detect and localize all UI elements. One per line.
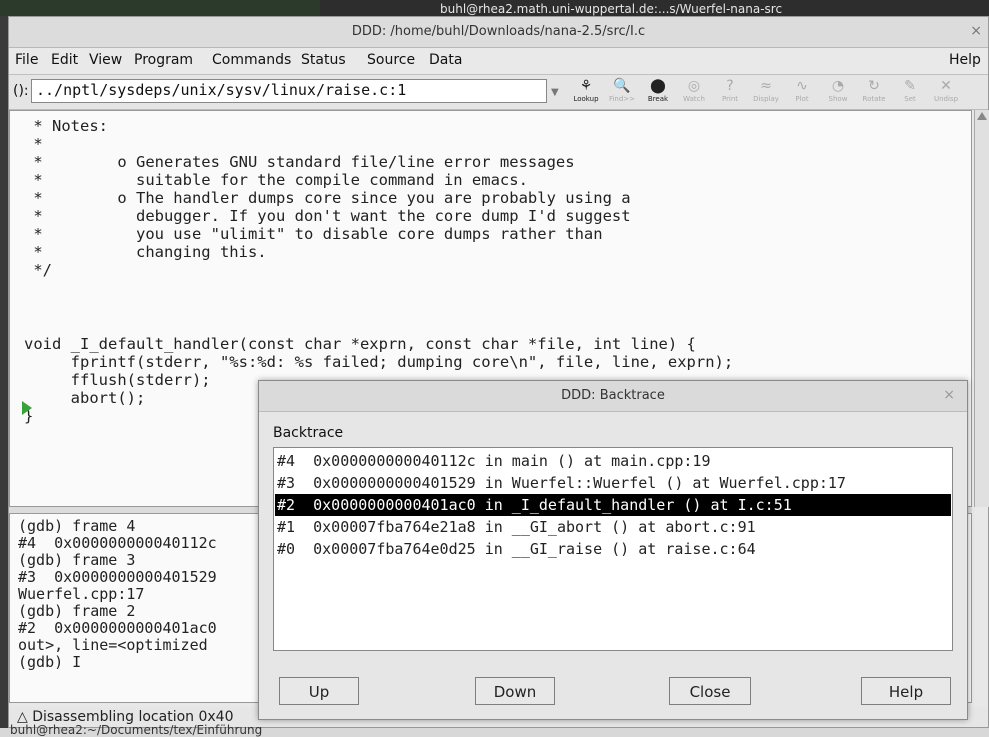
source-line: * Notes: bbox=[24, 117, 108, 135]
magnifier-icon: ◔ bbox=[831, 78, 845, 94]
backtrace-frame[interactable]: #0 0x00007fba764e0d25 in __GI_raise () a… bbox=[275, 538, 951, 560]
plot-icon: ∿ bbox=[796, 78, 808, 94]
set-button[interactable]: ✎ Set bbox=[893, 77, 927, 107]
source-line: abort(); bbox=[24, 389, 146, 407]
close-button[interactable]: Close bbox=[669, 677, 751, 705]
console-prompt[interactable]: (gdb) I bbox=[18, 654, 81, 671]
backtrace-dialog: DDD: Backtrace × Backtrace #4 0x00000000… bbox=[258, 380, 968, 720]
console-line: #4 0x000000000040112c bbox=[18, 534, 217, 552]
source-line: */ bbox=[24, 261, 52, 279]
main-window-title: DDD: /home/buhl/Downloads/nana-2.5/src/I… bbox=[351, 24, 646, 39]
menu-view[interactable]: View bbox=[89, 52, 122, 68]
backtrace-frame[interactable]: #4 0x000000000040112c in main () at main… bbox=[275, 450, 951, 472]
console-line: out>, line=<optimized bbox=[18, 636, 208, 654]
console-line: (gdb) frame 2 bbox=[18, 602, 136, 620]
stop-sign-icon: ⬤ bbox=[650, 78, 666, 94]
menu-edit[interactable]: Edit bbox=[51, 52, 78, 68]
up-button[interactable]: Up bbox=[279, 677, 359, 705]
menu-status[interactable]: Status bbox=[301, 52, 346, 68]
close-icon[interactable]: × bbox=[970, 23, 982, 39]
set-icon: ✎ bbox=[904, 78, 916, 94]
scroll-up-icon[interactable] bbox=[977, 112, 987, 120]
toolbar: (): ../nptl/sysdeps/unix/sysv/linux/rais… bbox=[9, 75, 988, 110]
source-line: * o The handler dumps core since you are… bbox=[24, 189, 631, 207]
console-line: Wuerfel.cpp:17 bbox=[18, 585, 145, 603]
backtrace-title: DDD: Backtrace bbox=[561, 388, 665, 403]
menu-file[interactable]: File bbox=[15, 52, 38, 68]
backtrace-label: Backtrace bbox=[273, 425, 344, 441]
menu-data[interactable]: Data bbox=[429, 52, 462, 68]
backtrace-list[interactable]: #4 0x000000000040112c in main () at main… bbox=[273, 447, 953, 651]
find-icon: 🔍 bbox=[613, 78, 631, 94]
menu-help[interactable]: Help bbox=[949, 52, 981, 68]
help-button[interactable]: Help bbox=[861, 677, 951, 705]
argument-label: (): bbox=[13, 83, 29, 99]
show-button[interactable]: ◔ Show bbox=[821, 77, 855, 107]
source-scrollbar[interactable] bbox=[974, 110, 989, 507]
menu-program[interactable]: Program bbox=[134, 52, 193, 68]
glasses-icon: ◎ bbox=[687, 78, 701, 94]
find-button[interactable]: 🔍 Find>> bbox=[605, 77, 639, 107]
background-terminal-title: buhl@rhea2:~/Documents/tex/Einführung bbox=[10, 723, 263, 737]
console-line: (gdb) frame 4 bbox=[18, 517, 136, 535]
rotate-icon: ↻ bbox=[868, 78, 880, 94]
undisplay-icon: ✕ bbox=[940, 78, 952, 94]
desktop-top-left-strip bbox=[0, 0, 320, 16]
lookup-button[interactable]: ⚘ Lookup bbox=[569, 77, 603, 107]
display-icon: ≈ bbox=[760, 78, 772, 94]
plot-button[interactable]: ∿ Plot bbox=[785, 77, 819, 107]
question-icon: ? bbox=[726, 78, 734, 94]
undisplay-button[interactable]: ✕ Undisp bbox=[929, 77, 963, 107]
source-line: * suitable for the compile command in em… bbox=[24, 171, 528, 189]
menubar: File Edit View Program Commands Status S… bbox=[9, 48, 988, 75]
console-line: (gdb) frame 3 bbox=[18, 551, 136, 569]
source-line: * debugger. If you don't want the core d… bbox=[24, 207, 631, 225]
backtrace-titlebar[interactable]: DDD: Backtrace × bbox=[259, 381, 967, 412]
console-line: #2 0x0000000000401ac0 bbox=[18, 619, 217, 637]
menu-commands[interactable]: Commands bbox=[212, 52, 291, 68]
chevron-down-icon[interactable]: ▼ bbox=[551, 87, 559, 98]
break-button[interactable]: ⬤ Break bbox=[641, 77, 675, 107]
rotate-button[interactable]: ↻ Rotate bbox=[857, 77, 891, 107]
source-line: * o Generates GNU standard file/line err… bbox=[24, 153, 575, 171]
console-line: #3 0x0000000000401529 bbox=[18, 568, 217, 586]
menu-source[interactable]: Source bbox=[367, 52, 415, 68]
execution-arrow-icon bbox=[22, 401, 32, 415]
backtrace-frame[interactable]: #1 0x00007fba764e21a8 in __GI_abort () a… bbox=[275, 516, 951, 538]
down-button[interactable]: Down bbox=[475, 677, 555, 705]
watch-button[interactable]: ◎ Watch bbox=[677, 77, 711, 107]
display-button[interactable]: ≈ Display bbox=[749, 77, 783, 107]
source-line: fprintf(stderr, "%s:%d: %s failed; dumpi… bbox=[24, 353, 734, 371]
print-button[interactable]: ? Print bbox=[713, 77, 747, 107]
argument-field[interactable]: ../nptl/sysdeps/unix/sysv/linux/raise.c:… bbox=[31, 79, 547, 103]
source-line: * bbox=[24, 135, 43, 153]
source-line: * changing this. bbox=[24, 243, 267, 261]
backtrace-frame-selected[interactable]: #2 0x0000000000401ac0 in _I_default_hand… bbox=[275, 494, 951, 516]
source-line: void _I_default_handler(const char *expr… bbox=[24, 335, 696, 353]
backtrace-frame[interactable]: #3 0x0000000000401529 in Wuerfel::Wuerfe… bbox=[275, 472, 951, 494]
background-window-title: buhl@rhea2.math.uni-wuppertal.de:...s/Wu… bbox=[440, 2, 783, 16]
source-line: * you use "ulimit" to disable core dumps… bbox=[24, 225, 603, 243]
main-titlebar[interactable]: DDD: /home/buhl/Downloads/nana-2.5/src/I… bbox=[9, 17, 988, 48]
source-line: fflush(stderr); bbox=[24, 371, 211, 389]
lookup-icon: ⚘ bbox=[579, 78, 593, 94]
close-icon[interactable]: × bbox=[943, 387, 955, 403]
